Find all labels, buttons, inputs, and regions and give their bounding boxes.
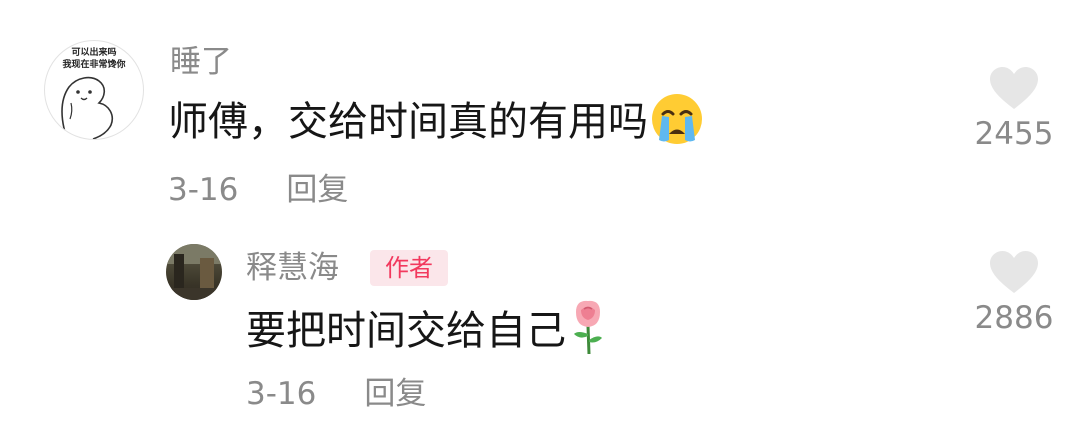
rose-emoji-icon xyxy=(574,300,602,355)
comment-like-count: 2455 xyxy=(974,116,1054,152)
comment-meta: 3-16 回复 xyxy=(168,170,348,210)
reply-body: 要把时间交给自己 xyxy=(246,298,608,357)
comment-text: 师傅，交给时间真的有用吗 xyxy=(168,99,648,145)
comment-like-button[interactable]: 2455 xyxy=(964,66,1064,154)
heart-icon xyxy=(990,67,1038,109)
commenter-username[interactable]: 睡了 xyxy=(170,42,232,82)
reply-text: 要把时间交给自己 xyxy=(246,308,566,354)
reply-like-count: 2886 xyxy=(974,300,1054,336)
author-avatar[interactable] xyxy=(166,244,222,300)
comment-date: 3-16 xyxy=(168,172,239,208)
doodle-character-icon xyxy=(61,76,114,139)
commenter-avatar[interactable]: 可以出来吗 我现在非常馋你 xyxy=(44,40,144,140)
author-badge: 作者 xyxy=(370,250,448,286)
reply-like-button[interactable]: 2886 xyxy=(964,250,1064,338)
crying-face-emoji-icon xyxy=(652,94,702,144)
reply-date: 3-16 xyxy=(246,376,317,412)
author-username[interactable]: 释慧海 xyxy=(246,248,339,288)
comment-body: 师傅，交给时间真的有用吗 xyxy=(168,92,704,148)
heart-icon xyxy=(990,251,1038,293)
photo-thumbnail-icon xyxy=(166,244,222,300)
comment-reply-button[interactable]: 回复 xyxy=(286,172,348,208)
reply-meta: 3-16 回复 xyxy=(246,374,426,414)
reply-reply-button[interactable]: 回复 xyxy=(364,376,426,412)
comment-thread: 可以出来吗 我现在非常馋你 睡了 师傅，交给时间真的有用吗 3-16 回复 245… xyxy=(0,0,1080,437)
